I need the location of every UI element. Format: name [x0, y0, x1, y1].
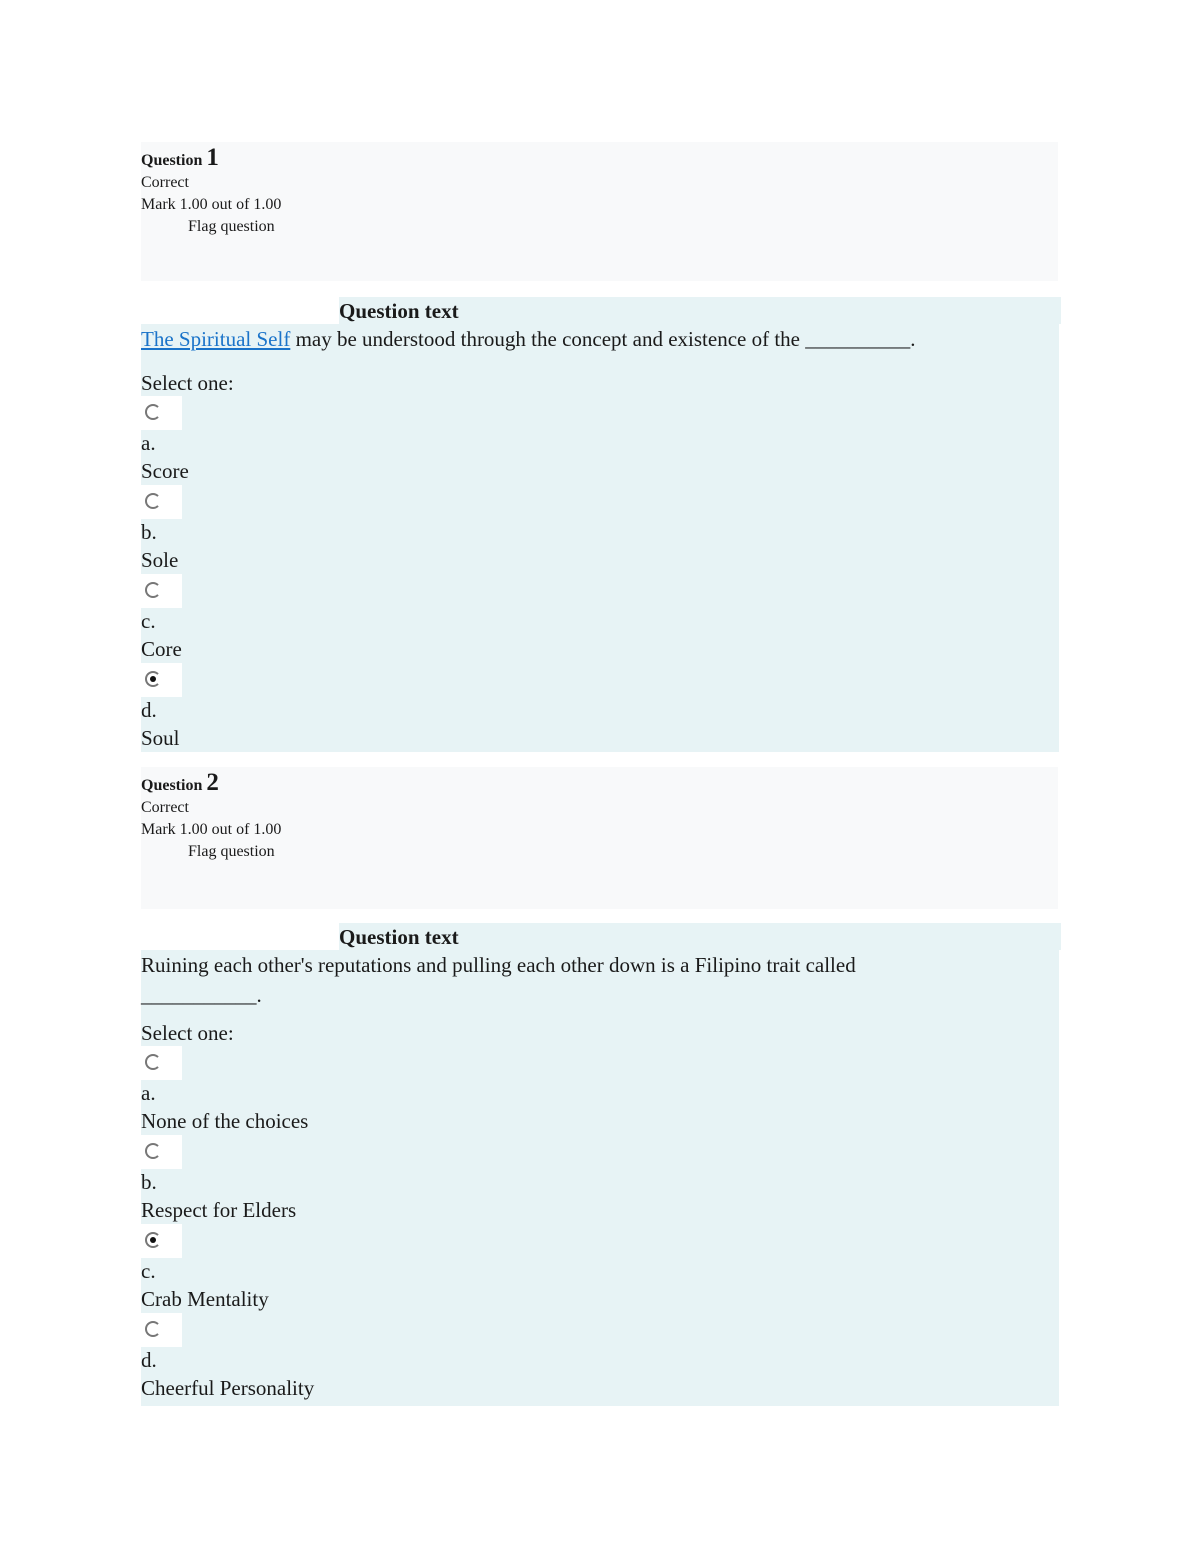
option-text[interactable]: Respect for Elders: [141, 1196, 1059, 1224]
option-letter: c.: [141, 609, 156, 633]
radio-circle-icon: [145, 1143, 161, 1159]
select-one-label: Select one:: [141, 371, 234, 395]
option-text[interactable]: Crab Mentality: [141, 1285, 1059, 1313]
option-b[interactable]: b. Sole: [141, 485, 1059, 574]
option-letter: d.: [141, 698, 157, 722]
options: a. Score b. Sole c. Core d. Soul: [141, 396, 1059, 752]
option-text[interactable]: Core: [141, 635, 1059, 663]
radio-selected-icon: [150, 1237, 156, 1243]
question-text-heading: Question text: [339, 923, 1061, 950]
question-2-content: Question text Ruining each other's reput…: [141, 923, 1061, 1406]
question-text-heading: Question text: [339, 297, 1061, 324]
radio-circle-icon: [145, 1321, 161, 1337]
option-text[interactable]: Sole: [141, 546, 1059, 574]
option-a[interactable]: a. None of the choices: [141, 1046, 1059, 1135]
option-text[interactable]: Score: [141, 457, 1059, 485]
question-text: Ruining each other's reputations and pul…: [141, 953, 856, 977]
question-blank: ___________.: [141, 983, 262, 1007]
option-letter: a.: [141, 431, 156, 455]
question-1-info: Question 1 Correct Mark 1.00 out of 1.00…: [141, 142, 1058, 281]
option-c[interactable]: c. Crab Mentality: [141, 1224, 1059, 1313]
option-c[interactable]: c. Core: [141, 574, 1059, 663]
question-mark: Mark 1.00 out of 1.00: [141, 196, 282, 213]
radio-button[interactable]: [141, 574, 182, 608]
question-number: Question 2: [141, 769, 219, 796]
radio-button[interactable]: [141, 1046, 182, 1080]
radio-circle-icon: [145, 404, 161, 420]
option-d[interactable]: d. Cheerful Personality: [141, 1313, 1059, 1402]
question-text: The Spiritual Self may be understood thr…: [141, 327, 916, 351]
radio-selected-icon: [150, 676, 156, 682]
flag-question-link[interactable]: Flag question: [141, 841, 1058, 863]
radio-button[interactable]: [141, 1313, 182, 1347]
select-one-label: Select one:: [141, 1021, 234, 1045]
question-2-info: Question 2 Correct Mark 1.00 out of 1.00…: [141, 767, 1058, 909]
option-letter: c.: [141, 1259, 156, 1283]
option-text[interactable]: Cheerful Personality: [141, 1374, 1059, 1402]
options: a. None of the choices b. Respect for Elder…: [141, 1046, 1059, 1402]
radio-button[interactable]: [141, 1135, 182, 1169]
option-letter: a.: [141, 1081, 156, 1105]
option-text[interactable]: Soul: [141, 724, 1059, 752]
option-a[interactable]: a. Score: [141, 396, 1059, 485]
question-number: Question 1: [141, 144, 219, 171]
question-state: Correct: [141, 174, 189, 191]
option-d[interactable]: d. Soul: [141, 663, 1059, 752]
question-state: Correct: [141, 799, 189, 816]
radio-button[interactable]: [141, 485, 182, 519]
radio-circle-icon: [145, 493, 161, 509]
option-b[interactable]: b. Respect for Elders: [141, 1135, 1059, 1224]
question-mark: Mark 1.00 out of 1.00: [141, 821, 282, 838]
question-1-content: Question text The Spiritual Self may be …: [141, 297, 1061, 752]
radio-circle-icon: [145, 582, 161, 598]
option-text[interactable]: None of the choices: [141, 1107, 1059, 1135]
radio-circle-icon: [145, 1054, 161, 1070]
option-letter: b.: [141, 1170, 157, 1194]
option-letter: b.: [141, 520, 157, 544]
radio-button[interactable]: [141, 396, 182, 430]
radio-button[interactable]: [141, 1224, 182, 1258]
flag-question-link[interactable]: Flag question: [141, 216, 1058, 238]
spiritual-self-link[interactable]: The Spiritual Self: [141, 327, 290, 351]
option-letter: d.: [141, 1348, 157, 1372]
radio-button[interactable]: [141, 663, 182, 697]
